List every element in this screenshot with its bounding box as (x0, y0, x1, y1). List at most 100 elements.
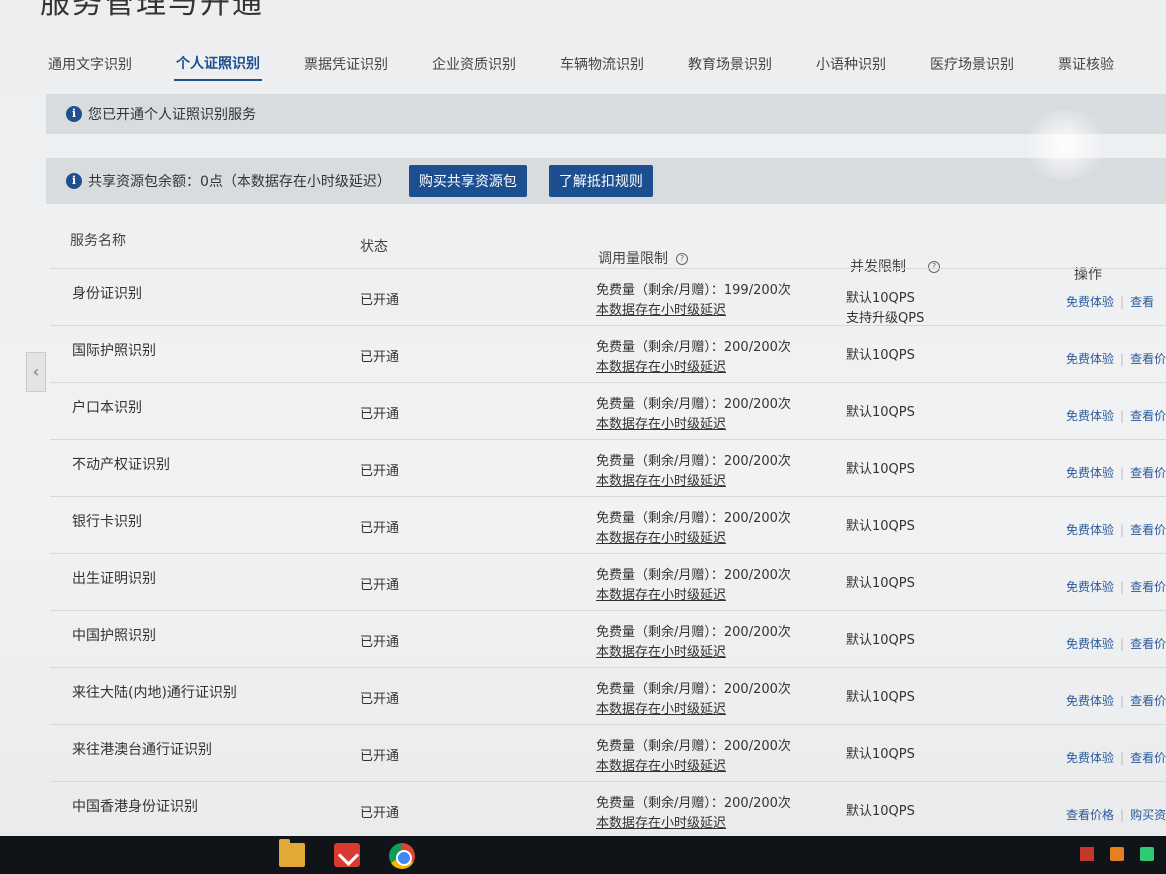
op-link[interactable]: 免费体验 (1066, 352, 1114, 366)
qps-cell: 默认10QPS (846, 631, 915, 651)
quota-text: 免费量（剩余/月赠）：200/200次 (596, 739, 791, 754)
op-link[interactable]: 查看价格 (1130, 580, 1166, 594)
op-link[interactable]: 查看价格 (1130, 637, 1166, 651)
category-tabs: 通用文字识别 个人证照识别 票据凭证识别 企业资质识别 车辆物流识别 教育场景识别 小语种识… (46, 42, 1166, 86)
qps-text: 默认10QPS (846, 690, 915, 705)
quota-note: 本数据存在小时级延迟 (596, 417, 727, 432)
service-name: 户口本识别 (72, 400, 142, 416)
status-text: 已开通 (360, 749, 400, 764)
op-link[interactable]: 免费体验 (1066, 409, 1114, 423)
info-circle-icon: i (66, 173, 82, 189)
tab-6[interactable]: 小语种识别 (814, 48, 888, 80)
op-link[interactable]: 购买资源包 (1130, 808, 1166, 822)
op-link[interactable]: 免费体验 (1066, 751, 1114, 765)
shield-icon[interactable] (1110, 847, 1124, 861)
service-notice-text: 您已开通个人证照识别服务 (88, 107, 256, 123)
security-icon[interactable] (1140, 847, 1154, 861)
op-link[interactable]: 查看 (1130, 295, 1154, 309)
status-text: 已开通 (360, 578, 400, 593)
quota-cell: 免费量（剩余/月赠）：200/200次 本数据存在小时级延迟 (596, 566, 791, 606)
op-link[interactable]: 查看价 (1130, 352, 1166, 366)
table-row: 户口本识别 已开通 免费量（剩余/月赠）：200/200次 本数据存在小时级延迟 默认1… (50, 382, 1166, 440)
folder-icon[interactable] (279, 839, 305, 867)
chrome-icon[interactable] (389, 843, 415, 869)
qps-text: 默认10QPS (846, 804, 915, 819)
service-name: 出生证明识别 (72, 571, 156, 587)
qps-text: 默认10QPS (846, 405, 915, 420)
quota-note: 本数据存在小时级延迟 (596, 360, 727, 375)
header-service-name: 服务名称 (70, 233, 126, 249)
op-link[interactable]: 免费体验 (1066, 466, 1114, 480)
table-row: 不动产权证识别 已开通 免费量（剩余/月赠）：200/200次 本数据存在小时级延迟 默… (50, 439, 1166, 497)
divider: | (1120, 466, 1125, 480)
quota-cell: 免费量（剩余/月赠）：200/200次 本数据存在小时级延迟 (596, 452, 791, 492)
qps-text: 默认10QPS (846, 519, 915, 534)
qps-text: 默认10QPS (846, 747, 915, 762)
divider: | (1120, 580, 1125, 594)
op-link[interactable]: 查看价格 (1130, 751, 1166, 765)
tab-0[interactable]: 通用文字识别 (46, 48, 134, 80)
op-link[interactable]: 查看价 (1130, 409, 1166, 423)
table-row: 中国护照识别 已开通 免费量（剩余/月赠）：200/200次 本数据存在小时级延迟 默认… (50, 610, 1166, 668)
tab-8[interactable]: 票证核验 (1056, 48, 1116, 80)
tray-icon[interactable] (1080, 847, 1094, 861)
divider: | (1120, 409, 1125, 423)
divider: | (1120, 637, 1125, 651)
qps-cell: 默认10QPS (846, 403, 915, 423)
status-text: 已开通 (360, 521, 400, 536)
quota-text: 免费量（剩余/月赠）：200/200次 (596, 511, 791, 526)
quota-cell: 免费量（剩余/月赠）：199/200次 本数据存在小时级延迟 (596, 281, 791, 321)
table-row: 身份证识别 已开通 免费量（剩余/月赠）：199/200次 本数据存在小时级延迟 默认1… (50, 268, 1166, 326)
tab-2[interactable]: 票据凭证识别 (302, 48, 390, 80)
divider: | (1120, 751, 1125, 765)
tab-1[interactable]: 个人证照识别 (174, 47, 262, 81)
op-link[interactable]: 查看价格 (1130, 523, 1166, 537)
quota-text: 免费量（剩余/月赠）：200/200次 (596, 397, 791, 412)
table-row: 出生证明识别 已开通 免费量（剩余/月赠）：200/200次 本数据存在小时级延迟 默认… (50, 553, 1166, 611)
quota-note: 本数据存在小时级延迟 (596, 303, 727, 318)
op-link[interactable]: 免费体验 (1066, 580, 1114, 594)
status-text: 已开通 (360, 806, 400, 821)
qps-text: 默认10QPS (846, 291, 915, 306)
red-app-icon[interactable] (334, 843, 360, 867)
qps-cell: 默认10QPS (846, 460, 915, 480)
op-link[interactable]: 免费体验 (1066, 694, 1114, 708)
tab-7[interactable]: 医疗场景识别 (928, 48, 1016, 80)
chevron-left-icon[interactable]: ‹ (26, 352, 46, 392)
info-circle-icon: i (66, 106, 82, 122)
service-name: 国际护照识别 (72, 343, 156, 359)
table-header: 服务名称 状态 调用量限制? 并发限制? 操作 (50, 218, 1166, 283)
question-circle-icon[interactable]: ? (676, 253, 688, 265)
tab-3[interactable]: 企业资质识别 (430, 48, 518, 80)
quota-text: 免费量（剩余/月赠）：200/200次 (596, 568, 791, 583)
op-link[interactable]: 查看价格 (1130, 694, 1166, 708)
op-link[interactable]: 免费体验 (1066, 637, 1114, 651)
page-title: 服务管理与开通 (40, 0, 264, 21)
qps-cell: 默认10QPS (846, 802, 915, 822)
service-notice: i 您已开通个人证照识别服务 (46, 94, 1166, 134)
service-name: 不动产权证识别 (72, 457, 170, 473)
quota-text: 免费量（剩余/月赠）：200/200次 (596, 796, 791, 811)
op-link[interactable]: 查看价格 (1130, 466, 1166, 480)
status-text: 已开通 (360, 407, 400, 422)
op-link[interactable]: 查看价格 (1066, 808, 1114, 822)
tab-4[interactable]: 车辆物流识别 (558, 48, 646, 80)
op-link[interactable]: 免费体验 (1066, 523, 1114, 537)
status-text: 已开通 (360, 350, 400, 365)
quota-note: 本数据存在小时级延迟 (596, 531, 727, 546)
buy-resource-pack-button[interactable]: 购买共享资源包 (408, 165, 527, 197)
divider: | (1120, 523, 1125, 537)
tab-5[interactable]: 教育场景识别 (686, 48, 774, 80)
qps-text: 默认10QPS (846, 633, 915, 648)
status-text: 已开通 (360, 293, 400, 308)
ops-cell: 查看价格|购买资源包|产 (1066, 806, 1166, 823)
deduction-rules-button[interactable]: 了解抵扣规则 (548, 165, 653, 197)
quota-note: 本数据存在小时级延迟 (596, 645, 727, 660)
quota-cell: 免费量（剩余/月赠）：200/200次 本数据存在小时级延迟 (596, 338, 791, 378)
quota-note: 本数据存在小时级延迟 (596, 759, 727, 774)
table-row: 银行卡识别 已开通 免费量（剩余/月赠）：200/200次 本数据存在小时级延迟 默认1… (50, 496, 1166, 554)
status-text: 已开通 (360, 692, 400, 707)
taskbar (0, 836, 1166, 874)
header-status: 状态 (360, 239, 388, 255)
op-link[interactable]: 免费体验 (1066, 295, 1114, 309)
